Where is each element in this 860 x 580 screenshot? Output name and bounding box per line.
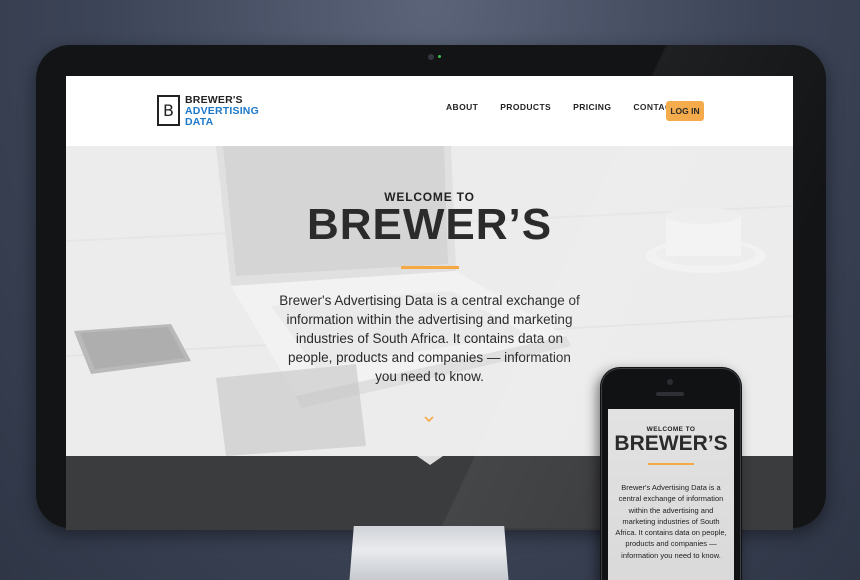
login-button[interactable]: LOG IN (666, 101, 704, 121)
site-header: B BREWER'S ADVERTISING DATA ABOUT PRODUC… (66, 76, 793, 146)
webcam-led (438, 55, 441, 58)
phone-speaker (656, 392, 684, 396)
hero-description: Brewer's Advertising Data is a central e… (279, 293, 580, 384)
mobile-title: BREWER’S (614, 432, 728, 455)
phone-screen: WELCOME TO BREWER’S Brewer's Advertising… (608, 409, 734, 580)
logo[interactable]: B BREWER'S ADVERTISING DATA (157, 95, 259, 128)
logo-line-3: DATA (185, 116, 214, 128)
nav-pricing[interactable]: PRICING (573, 102, 611, 112)
nav-about[interactable]: ABOUT (446, 102, 478, 112)
webcam (428, 54, 434, 60)
mobile-description: Brewer's Advertising Data is a central e… (615, 483, 727, 560)
hero-title: BREWER’S (306, 200, 553, 249)
logo-mark: B (157, 95, 180, 126)
logo-wordmark: BREWER'S ADVERTISING DATA (185, 95, 259, 128)
hero-accent-bar (401, 266, 459, 269)
main-nav: ABOUT PRODUCTS PRICING CONTACT (446, 102, 699, 112)
chevron-down-icon[interactable] (423, 414, 435, 424)
band-notch (417, 456, 443, 465)
mobile-accent-bar (648, 463, 694, 465)
mobile-phone: WELCOME TO BREWER’S Brewer's Advertising… (600, 367, 742, 580)
phone-camera (667, 379, 673, 385)
nav-products[interactable]: PRODUCTS (500, 102, 551, 112)
monitor-stand (349, 526, 509, 580)
